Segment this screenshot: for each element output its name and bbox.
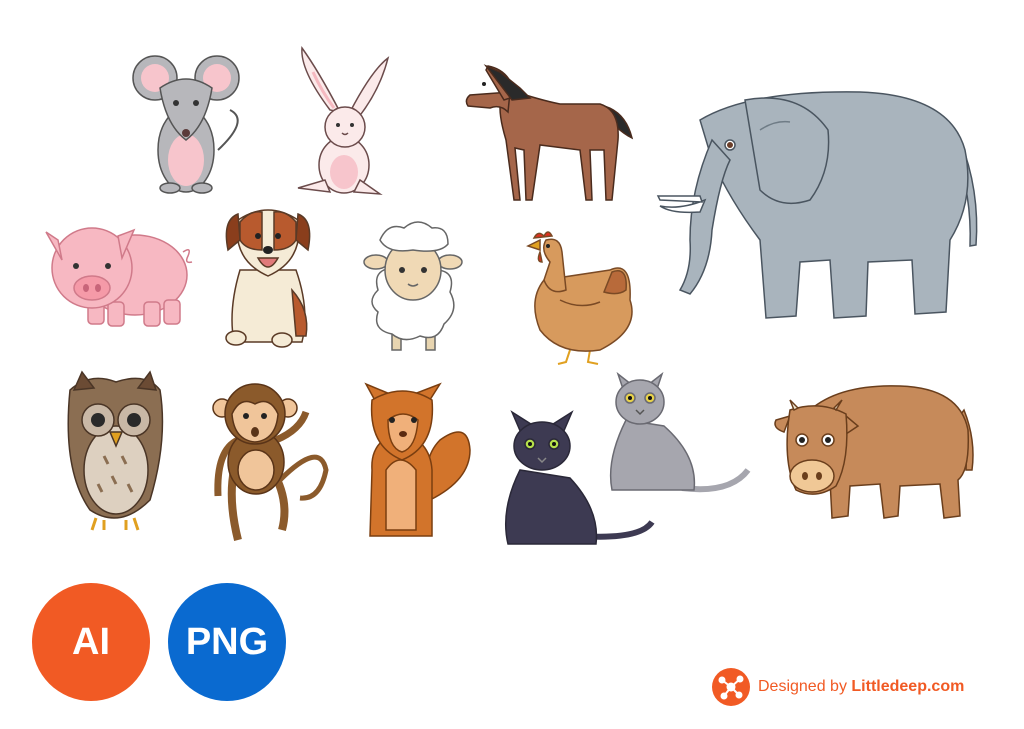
ai-badge-label: AI xyxy=(72,620,110,663)
png-badge-label: PNG xyxy=(185,620,269,663)
dog-illustration xyxy=(225,209,311,348)
horse-illustration xyxy=(465,64,634,201)
molecule-logo-icon xyxy=(712,668,750,706)
animal-illustrations xyxy=(45,45,978,545)
pig-illustration xyxy=(45,227,193,327)
credit-prefix: Designed by xyxy=(758,678,847,695)
elephant-illustration xyxy=(656,91,978,319)
mouse-illustration xyxy=(132,55,240,194)
chicken-illustration xyxy=(526,231,633,365)
gray-cat-illustration xyxy=(609,371,751,493)
bull-illustration xyxy=(774,385,974,519)
credit-brand[interactable]: Littledeep.com xyxy=(851,678,964,695)
designer-credit: Designed by Littledeep.com xyxy=(712,667,964,707)
monkey-illustration xyxy=(212,383,329,541)
rabbit-illustration xyxy=(297,45,390,195)
sheep-illustration xyxy=(363,221,463,351)
owl-illustration xyxy=(67,370,164,531)
squirrel-illustration xyxy=(364,382,471,537)
png-format-badge: PNG xyxy=(168,583,286,701)
ai-format-badge: AI xyxy=(32,583,150,701)
